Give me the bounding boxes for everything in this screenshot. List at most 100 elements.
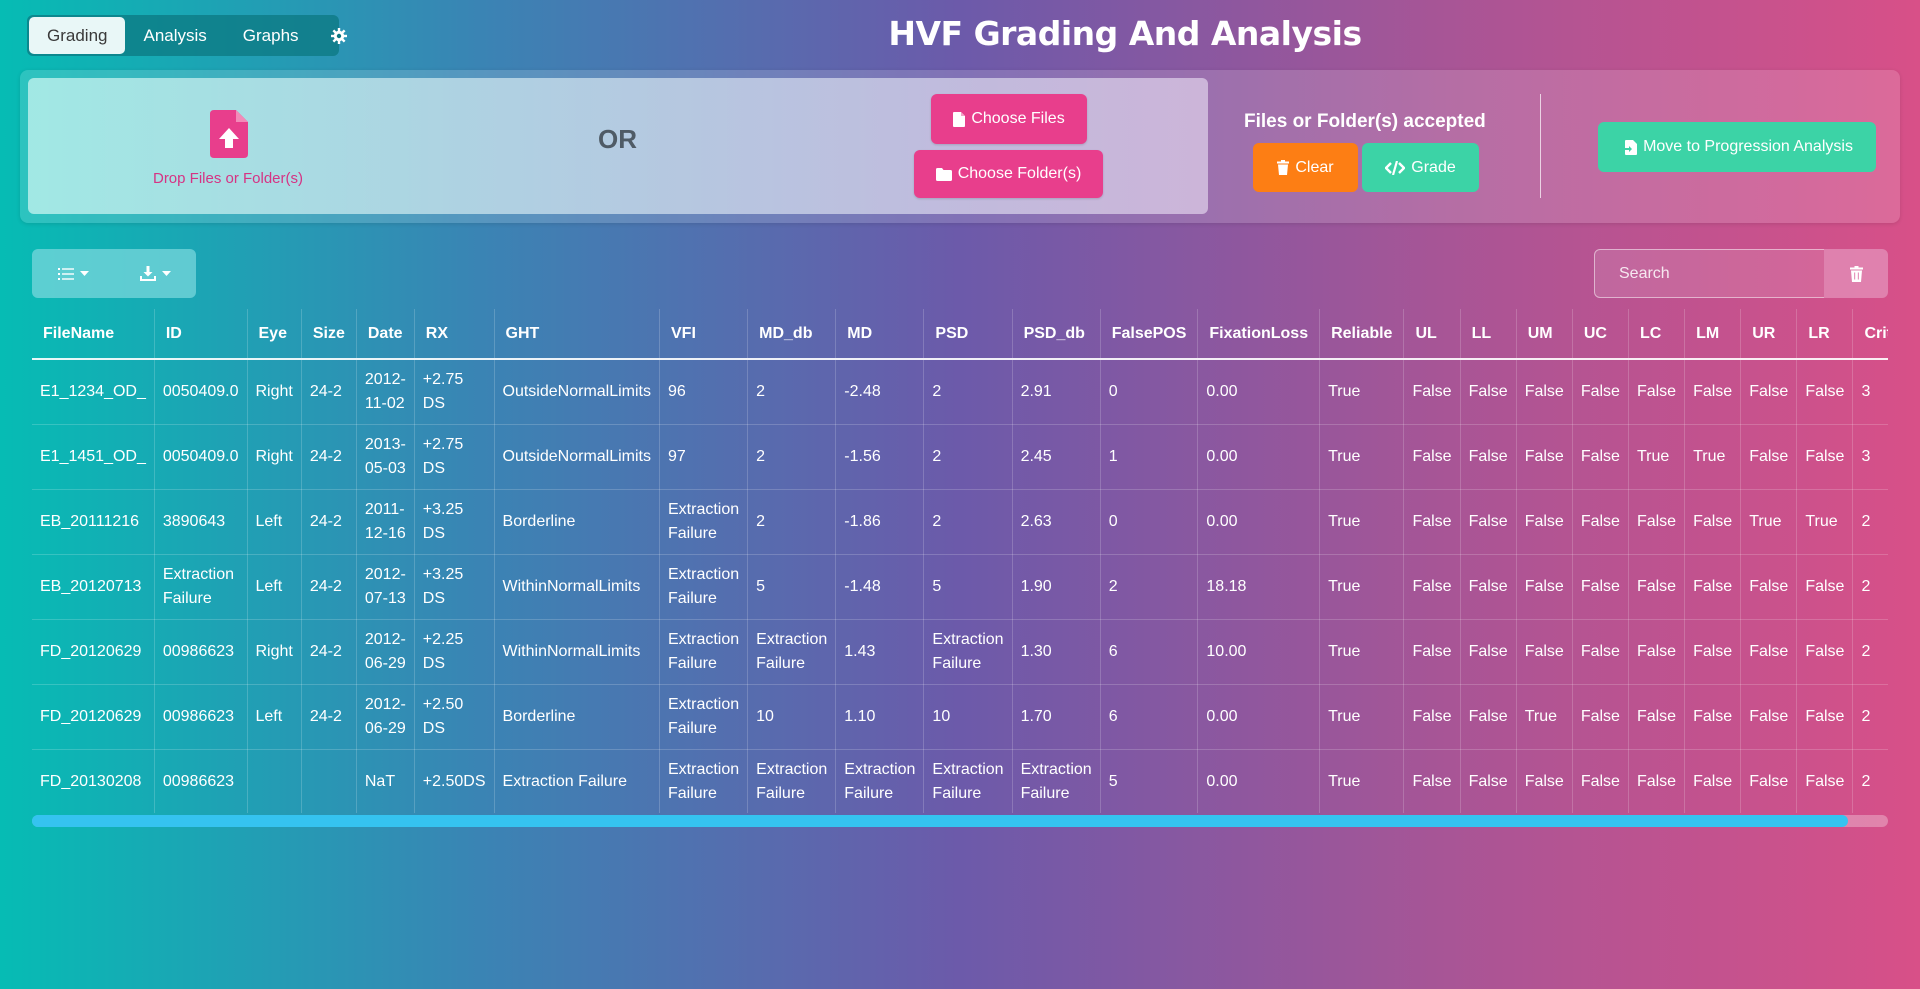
column-header-lm[interactable]: LM — [1684, 309, 1742, 360]
column-header-date[interactable]: Date — [356, 309, 415, 360]
cell-md: -1.48 — [835, 554, 925, 620]
cell-um: False — [1516, 424, 1573, 490]
cell-psd: Extraction Failure — [923, 749, 1013, 813]
column-header-fixationloss[interactable]: FixationLoss — [1197, 309, 1321, 360]
choose-folder-button[interactable]: Choose Folder(s) — [914, 150, 1103, 198]
column-header-um[interactable]: UM — [1516, 309, 1573, 360]
column-header-filename[interactable]: FileName — [32, 309, 155, 360]
cell-lr: False — [1796, 684, 1854, 750]
or-separator: OR — [598, 124, 637, 154]
horizontal-scrollbar[interactable] — [32, 815, 1888, 827]
column-header-falsepos[interactable]: FalsePOS — [1100, 309, 1199, 360]
cell-uc: False — [1572, 684, 1629, 750]
cell-lm: False — [1684, 359, 1742, 425]
table-row[interactable]: EB_20120713 Extraction Failure Left 24-2 201… — [32, 554, 1888, 620]
column-header-psd[interactable]: PSD — [923, 309, 1013, 360]
cell-size: 24-2 — [301, 619, 357, 685]
cell-filename: E1_1451_OD_ — [32, 424, 155, 490]
accepted-message: Files or Folder(s) accepted — [1244, 111, 1486, 132]
clear-button[interactable]: Clear — [1253, 143, 1358, 192]
cell-lm: False — [1684, 684, 1742, 750]
cell-uc: False — [1572, 424, 1629, 490]
column-header-id[interactable]: ID — [154, 309, 248, 360]
column-header-eye[interactable]: Eye — [247, 309, 302, 360]
file-icon — [953, 111, 966, 127]
cell-uc: False — [1572, 554, 1629, 620]
column-header-size[interactable]: Size — [301, 309, 357, 360]
app-title: HVF Grading And Analysis — [888, 14, 1362, 53]
column-header-psd-db[interactable]: PSD_db — [1012, 309, 1101, 360]
cell-criteria: 2 — [1852, 684, 1888, 750]
search-input[interactable] — [1594, 249, 1824, 298]
cell-ul: False — [1403, 424, 1461, 490]
cell-ul: False — [1403, 554, 1461, 620]
column-header-criteria[interactable]: Criteria — [1852, 309, 1888, 360]
cell-size: 24-2 — [301, 684, 357, 750]
cell-eye: Left — [247, 489, 302, 555]
cell-lm: False — [1684, 619, 1742, 685]
cell-lc: False — [1628, 554, 1686, 620]
results-table-container: FileName ID Eye Size Date RX GHT VFI MD_db MD PSD P… — [32, 309, 1888, 813]
table-row[interactable]: FD_20130208 00986623 NaT +2.50DS Extraction … — [32, 749, 1888, 813]
cell-md-db: 10 — [747, 684, 837, 750]
file-import-icon — [1621, 139, 1638, 155]
cell-reliable: True — [1319, 489, 1405, 555]
caret-down-icon — [161, 271, 171, 276]
cell-rx: +2.50DS — [414, 749, 495, 813]
columns-toggle-button[interactable] — [32, 249, 114, 298]
download-icon — [139, 266, 156, 281]
cell-size: 24-2 — [301, 359, 357, 425]
column-header-ur[interactable]: UR — [1740, 309, 1798, 360]
grade-button[interactable]: Grade — [1362, 143, 1479, 192]
search-clear-button[interactable] — [1824, 249, 1888, 298]
cell-criteria: 2 — [1852, 554, 1888, 620]
cell-filename: EB_20120713 — [32, 554, 155, 620]
column-header-ul[interactable]: UL — [1403, 309, 1461, 360]
cell-criteria: 2 — [1852, 749, 1888, 813]
cell-criteria: 2 — [1852, 489, 1888, 555]
scrollbar-thumb[interactable] — [32, 815, 1848, 827]
trash-icon — [1277, 160, 1290, 175]
column-header-ll[interactable]: LL — [1460, 309, 1517, 360]
cell-md: Extraction Failure — [835, 749, 925, 813]
column-header-uc[interactable]: UC — [1572, 309, 1629, 360]
cell-ll: False — [1460, 554, 1517, 620]
cell-reliable: True — [1319, 749, 1405, 813]
choose-files-button[interactable]: Choose Files — [931, 94, 1087, 144]
table-row[interactable]: E1_1451_OD_ 0050409.0 Right 24-2 2013-05-03 +… — [32, 424, 1888, 490]
column-header-reliable[interactable]: Reliable — [1319, 309, 1405, 360]
cell-date: NaT — [356, 749, 415, 813]
progression-analysis-button[interactable]: Move to Progression Analysis — [1598, 122, 1876, 172]
column-header-rx[interactable]: RX — [414, 309, 495, 360]
cell-psd: 2 — [923, 359, 1013, 425]
cell-rx: +2.75 DS — [414, 359, 495, 425]
column-header-md[interactable]: MD — [835, 309, 925, 360]
cell-id: 00986623 — [154, 619, 248, 685]
cell-psd-db: 1.30 — [1012, 619, 1101, 685]
column-header-ght[interactable]: GHT — [494, 309, 661, 360]
table-row[interactable]: FD_20120629 00986623 Right 24-2 2012-06-29 +2… — [32, 619, 1888, 685]
column-header-lr[interactable]: LR — [1796, 309, 1854, 360]
cell-reliable: True — [1319, 554, 1405, 620]
cell-date: 2012-07-13 — [356, 554, 415, 620]
cell-md-db: 2 — [747, 424, 837, 490]
cell-id: 3890643 — [154, 489, 248, 555]
table-row[interactable]: FD_20120629 00986623 Left 24-2 2012-06-29 +2.… — [32, 684, 1888, 750]
table-row[interactable]: EB_20111216 3890643 Left 24-2 2011-12-16 +3.2… — [32, 489, 1888, 555]
results-table: FileName ID Eye Size Date RX GHT VFI MD_db MD PSD P… — [32, 309, 1888, 813]
export-button[interactable] — [114, 249, 196, 298]
cell-psd: Extraction Failure — [923, 619, 1013, 685]
drop-label: Drop Files or Folder(s) — [152, 170, 304, 187]
column-header-md-db[interactable]: MD_db — [747, 309, 837, 360]
clear-label: Clear — [1295, 158, 1334, 176]
column-header-vfi[interactable]: VFI — [659, 309, 749, 360]
cell-size: 24-2 — [301, 489, 357, 555]
cell-reliable: True — [1319, 424, 1405, 490]
cell-filename: FD_20120629 — [32, 684, 155, 750]
cell-eye: Right — [247, 424, 302, 490]
column-header-lc[interactable]: LC — [1628, 309, 1686, 360]
cell-eye: Left — [247, 554, 302, 620]
table-row[interactable]: E1_1234_OD_ 0050409.0 Right 24-2 2012-11-02 +… — [32, 359, 1888, 425]
cell-md: -1.56 — [835, 424, 925, 490]
cell-lc: False — [1628, 684, 1686, 750]
